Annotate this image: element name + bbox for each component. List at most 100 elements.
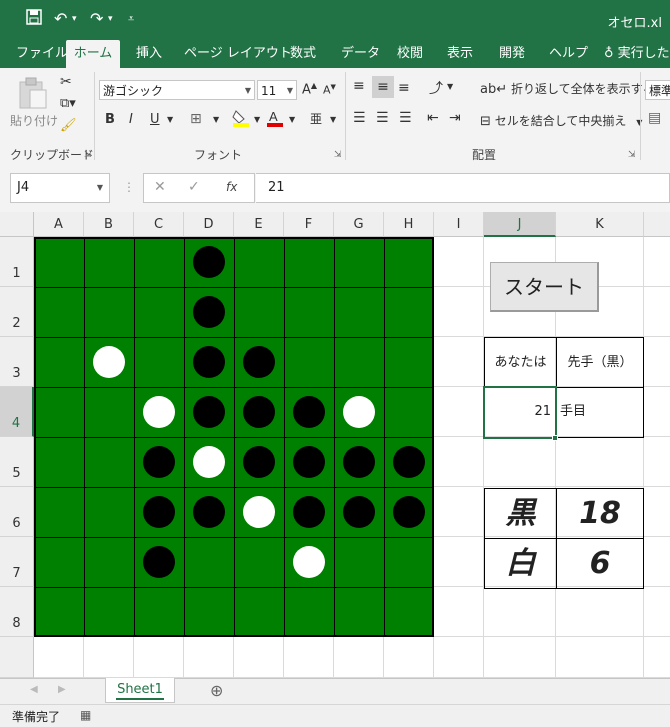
black-stone[interactable]: [243, 446, 275, 478]
alignment-launcher-icon[interactable]: ⇲: [628, 150, 636, 160]
scroll-left-icon[interactable]: ◀: [30, 684, 38, 695]
turn-order-cell[interactable]: 先手（黒）: [556, 337, 644, 388]
scroll-right-icon[interactable]: ▶: [58, 684, 66, 695]
you-label-cell[interactable]: あなたは: [484, 337, 557, 388]
grow-font-icon[interactable]: A▲: [302, 81, 317, 97]
start-button[interactable]: スタート: [490, 262, 599, 312]
formula-input[interactable]: 21: [256, 173, 670, 203]
column-header-a[interactable]: A: [34, 212, 84, 237]
chevron-down-icon[interactable]: ▼: [447, 82, 453, 91]
chevron-down-icon[interactable]: ▼: [289, 115, 295, 124]
row-header[interactable]: 4: [0, 387, 34, 437]
othello-board[interactable]: [34, 237, 434, 637]
shrink-font-icon[interactable]: A▼: [323, 83, 336, 97]
black-stone[interactable]: [293, 396, 325, 428]
black-stone[interactable]: [393, 446, 425, 478]
black-stone[interactable]: [193, 246, 225, 278]
bold-button[interactable]: B: [105, 112, 115, 127]
black-stone[interactable]: [193, 496, 225, 528]
phonetic-icon[interactable]: 亜: [310, 110, 322, 127]
redo-dropdown-icon[interactable]: ▾: [108, 14, 113, 24]
increase-indent-icon[interactable]: ⇥: [449, 110, 461, 126]
black-stone[interactable]: [193, 346, 225, 378]
black-stone[interactable]: [343, 496, 375, 528]
customize-qat-icon[interactable]: ⩡: [128, 12, 134, 26]
cut-icon[interactable]: ✂: [60, 74, 72, 90]
font-color-icon[interactable]: A: [266, 108, 284, 128]
white-label-cell[interactable]: 白: [484, 538, 557, 589]
column-header-k[interactable]: K: [556, 212, 644, 237]
redo-icon[interactable]: ↷: [90, 9, 103, 28]
column-header-h[interactable]: H: [384, 212, 434, 237]
wrap-text-button[interactable]: ab↵ 折り返して全体を表示する: [480, 80, 655, 97]
align-bottom-icon[interactable]: ≡: [398, 80, 410, 96]
row-header[interactable]: 3: [0, 337, 34, 387]
tab-developer[interactable]: 開発: [499, 40, 525, 68]
tab-formulas[interactable]: 数式: [290, 40, 316, 68]
white-stone[interactable]: [93, 346, 125, 378]
row-header[interactable]: 1: [0, 237, 34, 287]
number-format-combo[interactable]: 標準: [645, 80, 670, 100]
chevron-down-icon[interactable]: ▼: [254, 115, 260, 124]
move-suffix-cell[interactable]: 手目: [556, 387, 644, 438]
column-header-j[interactable]: J: [484, 212, 556, 237]
chevron-down-icon[interactable]: ▼: [167, 115, 173, 124]
black-stone[interactable]: [143, 446, 175, 478]
tab-page-layout[interactable]: ページ レイアウト: [184, 40, 292, 68]
row-header[interactable]: 6: [0, 487, 34, 537]
row-header[interactable]: 2: [0, 287, 34, 337]
column-header-i[interactable]: I: [434, 212, 484, 237]
tab-data[interactable]: データ: [341, 40, 380, 68]
border-icon[interactable]: ⊞: [190, 111, 202, 127]
black-stone[interactable]: [243, 396, 275, 428]
tab-insert[interactable]: 挿入: [136, 40, 162, 68]
font-name-combo[interactable]: 游ゴシック ▼: [99, 80, 255, 100]
black-stone[interactable]: [193, 296, 225, 328]
black-stone[interactable]: [193, 396, 225, 428]
white-stone[interactable]: [343, 396, 375, 428]
white-stone[interactable]: [243, 496, 275, 528]
chevron-down-icon[interactable]: ▼: [330, 115, 336, 124]
column-header-e[interactable]: E: [234, 212, 284, 237]
fill-color-icon[interactable]: [232, 108, 250, 128]
tab-help[interactable]: ヘルプ: [549, 40, 588, 68]
select-all-corner[interactable]: [0, 212, 34, 237]
column-header-b[interactable]: B: [84, 212, 134, 237]
save-icon[interactable]: [26, 9, 42, 29]
black-stone[interactable]: [143, 546, 175, 578]
currency-icon[interactable]: ▤: [648, 110, 661, 126]
white-stone[interactable]: [293, 546, 325, 578]
black-stone[interactable]: [243, 346, 275, 378]
row-header[interactable]: 8: [0, 587, 34, 637]
tab-view[interactable]: 表示: [447, 40, 473, 68]
align-left-icon[interactable]: ☰: [353, 110, 366, 126]
copy-icon[interactable]: ⧉▾: [60, 96, 76, 111]
white-stone[interactable]: [143, 396, 175, 428]
black-count-cell[interactable]: 18: [556, 488, 644, 539]
tab-home[interactable]: ホーム: [66, 40, 120, 68]
column-header-g[interactable]: G: [334, 212, 384, 237]
undo-dropdown-icon[interactable]: ▾: [72, 14, 77, 24]
row-header[interactable]: 5: [0, 437, 34, 487]
column-header-f[interactable]: F: [284, 212, 334, 237]
undo-icon[interactable]: ↶: [54, 9, 67, 28]
underline-button[interactable]: U: [150, 112, 160, 127]
white-stone[interactable]: [193, 446, 225, 478]
worksheet-grid[interactable]: ABCDEFGHIJK 12345678 スタート あなたは 先手（黒） 21 …: [0, 212, 670, 678]
clipboard-launcher-icon[interactable]: ⇲: [84, 150, 92, 160]
font-launcher-icon[interactable]: ⇲: [334, 150, 342, 160]
column-header-d[interactable]: D: [184, 212, 234, 237]
white-count-cell[interactable]: 6: [556, 538, 644, 589]
black-label-cell[interactable]: 黒: [484, 488, 557, 539]
black-stone[interactable]: [293, 446, 325, 478]
font-size-combo[interactable]: 11 ▼: [257, 80, 297, 100]
tell-me-search[interactable]: ♁ 実行したい: [604, 40, 670, 68]
black-stone[interactable]: [143, 496, 175, 528]
sheet-tab-sheet1[interactable]: Sheet1: [105, 678, 175, 703]
paste-button[interactable]: 貼り付け: [10, 72, 58, 132]
align-middle-icon[interactable]: ≡: [372, 76, 394, 98]
fill-handle[interactable]: [552, 435, 558, 441]
orientation-icon[interactable]: ⤴: [429, 78, 443, 98]
insert-function-icon[interactable]: fx: [226, 180, 237, 194]
merge-center-button[interactable]: ⊟ セルを結合して中央揃え ▼: [480, 112, 642, 129]
